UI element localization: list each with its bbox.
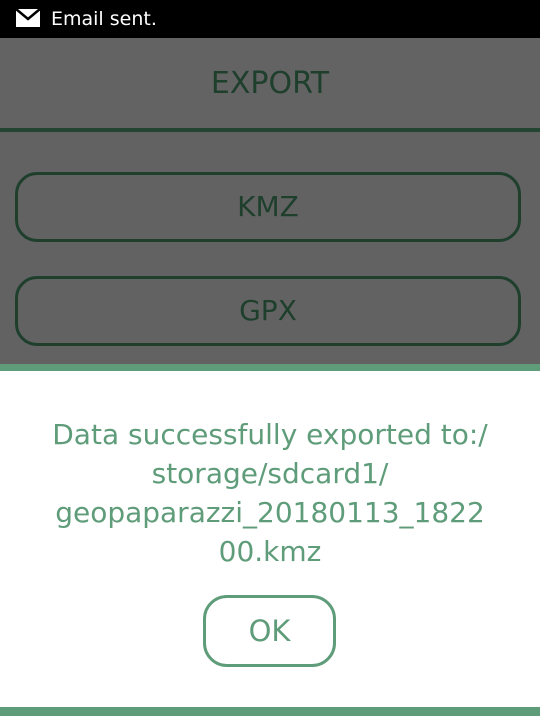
status-bar: Email sent.	[0, 0, 540, 38]
dialog-top-border	[0, 364, 540, 371]
export-success-dialog: Data successfully exported to:/ storage/…	[0, 371, 540, 707]
export-kmz-button[interactable]: KMZ	[15, 172, 521, 242]
dialog-message: Data successfully exported to:/ storage/…	[20, 415, 520, 571]
dialog-message-line: geopaparazzi_20180113_1822	[55, 496, 485, 529]
page-title: EXPORT	[210, 66, 330, 101]
title-bar: EXPORT	[0, 38, 540, 128]
ok-button[interactable]: OK	[203, 595, 336, 667]
dialog-message-line: storage/sdcard1/	[151, 457, 389, 490]
export-options-panel: KMZ GPX	[0, 132, 540, 366]
dialog-bottom-border	[0, 707, 540, 716]
mail-icon	[15, 8, 41, 28]
status-notification-text: Email sent.	[51, 8, 157, 30]
export-gpx-button[interactable]: GPX	[15, 276, 521, 346]
dialog-message-line: 00.kmz	[218, 535, 322, 568]
dialog-message-line: Data successfully exported to:/	[52, 418, 488, 451]
